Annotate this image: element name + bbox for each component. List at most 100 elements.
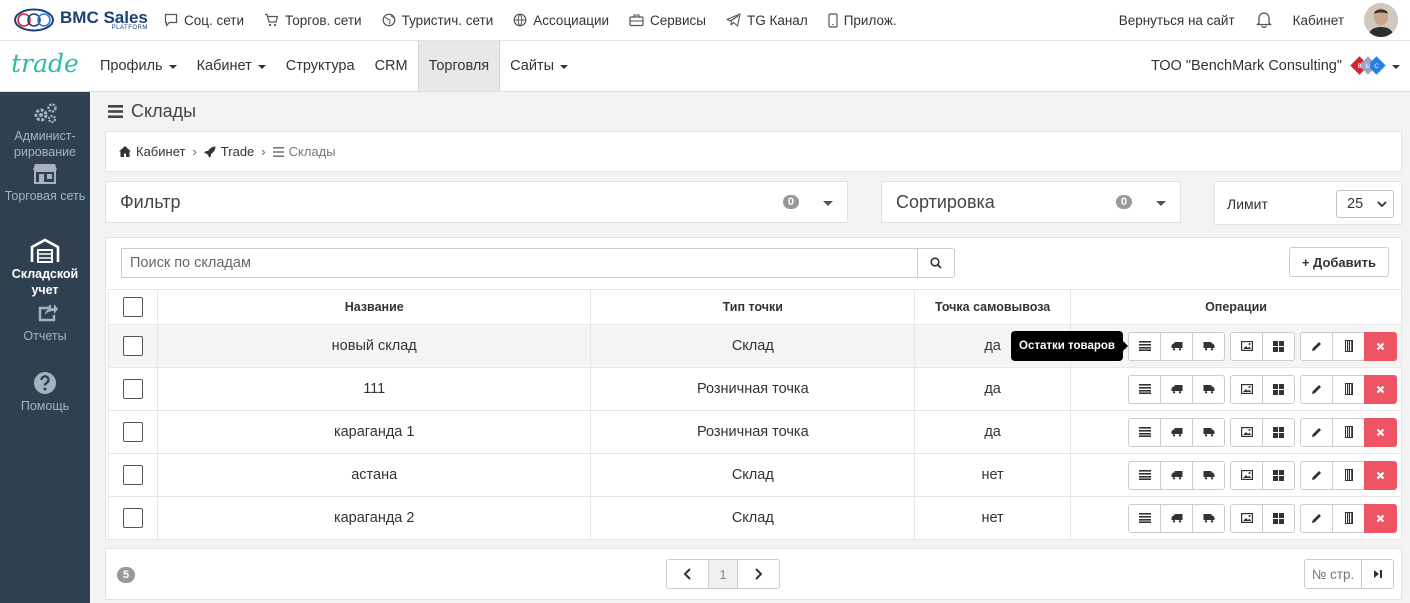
stock-balance-button[interactable] bbox=[1128, 460, 1161, 490]
row-checkbox[interactable] bbox=[122, 465, 143, 485]
delete-button[interactable] bbox=[1364, 417, 1397, 447]
company-name[interactable]: ТОО "BenchMark Consulting" bbox=[1151, 58, 1342, 74]
back-to-site-link[interactable]: Вернуться на сайт bbox=[1119, 13, 1235, 28]
limit-select[interactable]: 25 bbox=[1336, 190, 1394, 218]
sidebar-item-reports[interactable]: Отчеты bbox=[0, 298, 90, 362]
barcode-button[interactable] bbox=[1332, 331, 1365, 361]
nav-sites[interactable]: Сайты bbox=[500, 41, 578, 91]
edit-button[interactable] bbox=[1300, 460, 1333, 490]
delete-button[interactable] bbox=[1364, 503, 1397, 533]
sort-panel[interactable]: Сортировка 0 bbox=[881, 181, 1181, 223]
toplink-trade[interactable]: Торгов. сети bbox=[264, 13, 362, 28]
row-checkbox[interactable] bbox=[122, 508, 143, 528]
company-logo-icon[interactable]: B M C bbox=[1350, 53, 1386, 79]
receipt-button[interactable] bbox=[1160, 503, 1193, 533]
page-number[interactable]: 1 bbox=[708, 559, 738, 589]
barcode-button[interactable] bbox=[1332, 503, 1365, 533]
delete-button[interactable] bbox=[1364, 374, 1397, 404]
barcode-button[interactable] bbox=[1332, 417, 1365, 447]
grid-view-button[interactable] bbox=[1262, 417, 1295, 447]
grid-view-button[interactable] bbox=[1262, 374, 1295, 404]
images-button[interactable] bbox=[1230, 460, 1263, 490]
search-input[interactable]: Поиск по складам bbox=[121, 248, 918, 278]
edit-button[interactable] bbox=[1300, 417, 1333, 447]
sidebar-item-administration[interactable]: Админист-рирование bbox=[0, 92, 90, 159]
nav-profile[interactable]: Профиль bbox=[90, 41, 187, 91]
truck-out-icon bbox=[1203, 513, 1215, 523]
column-header[interactable]: Тип точки bbox=[590, 289, 916, 325]
cabinet-link[interactable]: Кабинет bbox=[1293, 13, 1344, 28]
toplink-services[interactable]: Сервисы bbox=[629, 13, 706, 28]
toplink-apps[interactable]: Прилож. bbox=[828, 13, 897, 28]
stock-balance-button[interactable] bbox=[1128, 374, 1161, 404]
table-row[interactable]: караганда 1 Розничная точка да bbox=[108, 410, 1402, 454]
sidebar-item-trade-network[interactable]: Торговая сеть bbox=[0, 156, 90, 220]
table-row[interactable]: 111 Розничная точка да bbox=[108, 367, 1402, 411]
sidebar-item-warehouse[interactable]: Складской учет bbox=[0, 220, 90, 298]
toplink-associations[interactable]: Ассоциации bbox=[513, 13, 609, 28]
edit-button[interactable] bbox=[1300, 331, 1333, 361]
receipt-button[interactable] bbox=[1160, 331, 1193, 361]
column-header[interactable]: Название bbox=[156, 289, 592, 325]
notifications-button[interactable] bbox=[1255, 10, 1273, 31]
stock-balance-button[interactable] bbox=[1128, 417, 1161, 447]
add-button[interactable]: + Добавить bbox=[1288, 247, 1389, 277]
toplink-telegram[interactable]: TG Канал bbox=[726, 13, 808, 28]
grid-view-button[interactable] bbox=[1262, 460, 1295, 490]
chevron-down-icon[interactable] bbox=[1156, 200, 1166, 206]
shipment-button[interactable] bbox=[1192, 417, 1225, 447]
next-page-button[interactable] bbox=[737, 559, 780, 589]
images-button[interactable] bbox=[1230, 417, 1263, 447]
breadcrumb-trade[interactable]: Trade bbox=[203, 144, 254, 159]
row-checkbox[interactable] bbox=[122, 336, 143, 356]
prev-page-button[interactable] bbox=[666, 559, 709, 589]
nav-trade[interactable]: Торговля bbox=[417, 41, 501, 91]
toplink-tourism[interactable]: Туристич. сети bbox=[382, 13, 493, 28]
shipment-button[interactable] bbox=[1192, 374, 1225, 404]
toplink-social[interactable]: Соц. сети bbox=[164, 13, 244, 28]
row-checkbox[interactable] bbox=[122, 379, 143, 399]
goto-page-input[interactable]: № стр. bbox=[1304, 559, 1362, 589]
row-select-cell bbox=[108, 496, 158, 540]
table-row[interactable]: караганда 2 Склад нет bbox=[108, 496, 1402, 540]
grid-view-button[interactable] bbox=[1262, 331, 1295, 361]
search-button[interactable] bbox=[917, 248, 955, 278]
chevron-down-icon[interactable] bbox=[823, 200, 833, 206]
brand-logo[interactable]: BMC Sales PLATFORM bbox=[14, 8, 164, 32]
grid-view-button[interactable] bbox=[1262, 503, 1295, 533]
edit-button[interactable] bbox=[1300, 503, 1333, 533]
delete-button[interactable] bbox=[1364, 331, 1397, 361]
filter-panel[interactable]: Фильтр 0 bbox=[105, 181, 848, 223]
goto-page-button[interactable] bbox=[1362, 559, 1394, 589]
avatar[interactable] bbox=[1364, 3, 1398, 37]
receipt-button[interactable] bbox=[1160, 460, 1193, 490]
stock-balance-button[interactable] bbox=[1128, 331, 1161, 361]
nav-structure[interactable]: Структура bbox=[276, 41, 365, 91]
edit-button[interactable] bbox=[1300, 374, 1333, 404]
sidebar-item-help[interactable]: Помощь bbox=[0, 362, 90, 426]
nav-crm[interactable]: CRM bbox=[365, 41, 418, 91]
row-checkbox[interactable] bbox=[122, 422, 143, 442]
delete-button[interactable] bbox=[1364, 460, 1397, 490]
barcode-button[interactable] bbox=[1332, 460, 1365, 490]
shipment-button[interactable] bbox=[1192, 331, 1225, 361]
stock-balance-button[interactable] bbox=[1128, 503, 1161, 533]
select-all-checkbox[interactable] bbox=[122, 297, 143, 317]
images-button[interactable] bbox=[1230, 374, 1263, 404]
barcode-button[interactable] bbox=[1332, 374, 1365, 404]
top-bar: BMC Sales PLATFORM Соц. сети Торгов. сет… bbox=[0, 0, 1410, 41]
receipt-button[interactable] bbox=[1160, 417, 1193, 447]
table-row[interactable]: астана Склад нет bbox=[108, 453, 1402, 497]
images-button[interactable] bbox=[1230, 331, 1263, 361]
column-header[interactable]: Точка самовывоза bbox=[914, 289, 1072, 325]
receipt-button[interactable] bbox=[1160, 374, 1193, 404]
shipment-button[interactable] bbox=[1192, 460, 1225, 490]
nav-label: Сайты bbox=[510, 58, 555, 74]
breadcrumb-cabinet[interactable]: Кабинет bbox=[119, 144, 185, 159]
trade-logo[interactable]: trade bbox=[0, 49, 90, 78]
caret-down-icon[interactable] bbox=[1392, 65, 1400, 69]
images-button[interactable] bbox=[1230, 503, 1263, 533]
table-row[interactable]: новый склад Склад да bbox=[108, 324, 1402, 368]
nav-cabinet[interactable]: Кабинет bbox=[187, 41, 276, 91]
shipment-button[interactable] bbox=[1192, 503, 1225, 533]
